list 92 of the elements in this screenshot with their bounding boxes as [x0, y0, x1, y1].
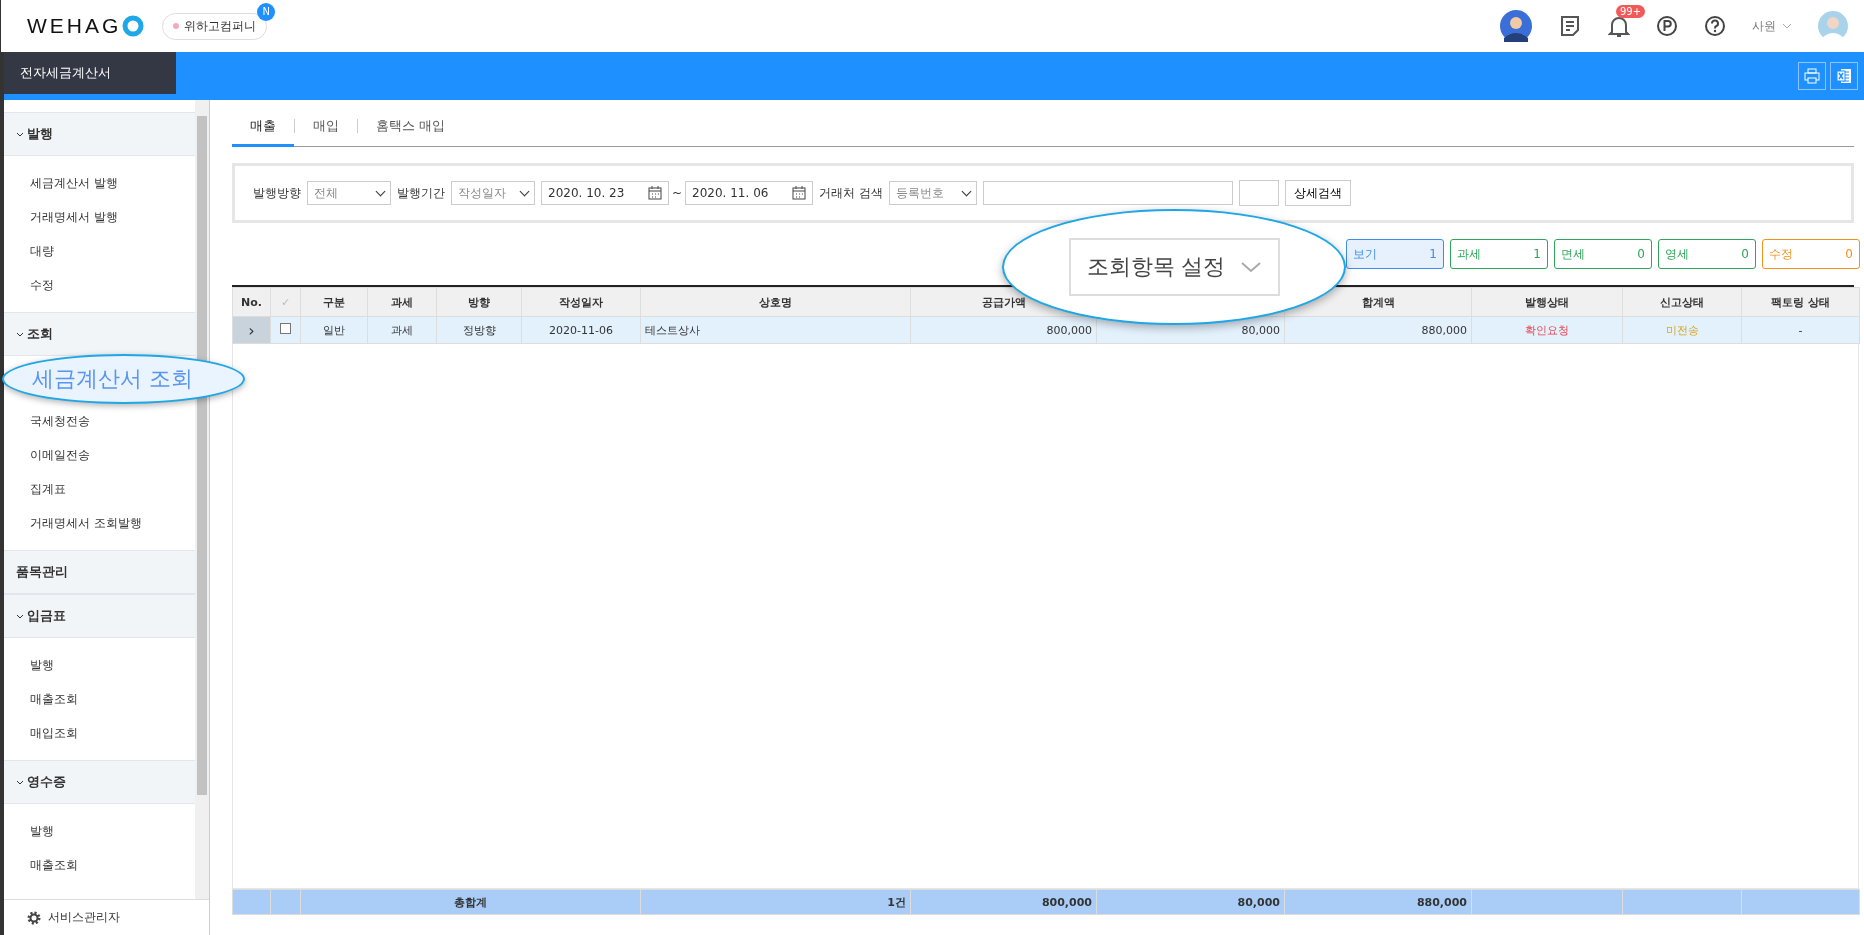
table-cell: 정방향: [436, 316, 522, 344]
chevron-down-icon: [1239, 261, 1262, 273]
notification-badge: 99+: [1616, 5, 1646, 18]
group-label: 입금표: [27, 607, 66, 625]
total-cell: 80,000: [1096, 889, 1285, 915]
column-header: ✓: [270, 287, 301, 317]
sidebar-item[interactable]: 발행: [4, 648, 195, 682]
excel-button[interactable]: [1830, 62, 1858, 90]
sidebar-item[interactable]: 매출조회: [4, 682, 195, 716]
chevron-down-icon: [16, 331, 24, 337]
column-header: 팩토링 상태: [1741, 287, 1860, 317]
total-label: 총합계: [300, 889, 641, 915]
sidebar-item[interactable]: 이메일전송: [4, 438, 195, 472]
sidebar-item[interactable]: 거래명세서 조회발행: [4, 506, 195, 540]
tab[interactable]: 매입: [295, 107, 357, 147]
excel-icon: [1836, 67, 1852, 85]
direction-select[interactable]: 전체: [307, 181, 391, 205]
row-checkbox[interactable]: [280, 323, 291, 334]
field-label: 발행방향: [253, 184, 301, 202]
group-label: 발행: [27, 125, 53, 143]
caret-icon: [1782, 23, 1792, 29]
scrollbar[interactable]: [195, 100, 209, 899]
detail-search-button[interactable]: 상세검색: [1284, 180, 1351, 206]
column-header: 상호명: [640, 287, 911, 317]
chevron-down-icon: [16, 613, 24, 619]
table-cell: 일반: [300, 316, 368, 344]
print-icon: [1804, 68, 1820, 84]
date-field[interactable]: 2020. 11. 06: [685, 181, 814, 205]
group-label: 조회: [27, 325, 53, 343]
logo-ring-icon: [122, 15, 145, 37]
column-header: 방향: [436, 287, 522, 317]
avatar-icon[interactable]: [1500, 10, 1532, 42]
sidebar-item[interactable]: 발행: [4, 814, 195, 848]
table-cell: 880,000: [1284, 316, 1472, 344]
service-admin-link[interactable]: 서비스관리자: [48, 909, 120, 926]
total-cell: 880,000: [1284, 889, 1472, 915]
sidebar-item[interactable]: 매출조회: [4, 848, 195, 882]
tab[interactable]: 매출: [232, 107, 294, 147]
sidebar-item[interactable]: 거래명세서 발행: [4, 200, 195, 234]
help-icon[interactable]: [1704, 15, 1726, 37]
status-cell: 확인요청: [1471, 316, 1623, 344]
column-header: 구분: [300, 287, 368, 317]
logo-text: WEHAG: [27, 14, 122, 38]
field-label: 발행기간: [397, 184, 445, 202]
bell-icon[interactable]: [1608, 14, 1630, 38]
sidebar-item[interactable]: 국세청전송: [4, 404, 195, 438]
table-cell: 테스트상사: [640, 316, 911, 344]
sidebar-group[interactable]: 영수증: [4, 760, 195, 804]
expand-button[interactable]: ›: [232, 316, 271, 344]
total-cell: 800,000: [910, 889, 1097, 915]
column-header: 작성일자: [521, 287, 641, 317]
chevron-down-icon: [16, 779, 24, 785]
range-separator: ~: [672, 186, 683, 200]
point-icon[interactable]: [1656, 15, 1678, 37]
column-header: 과세: [367, 287, 437, 317]
table-cell: 800,000: [910, 316, 1097, 344]
group-label: 영수증: [27, 773, 66, 791]
sidebar-item[interactable]: 매입조회: [4, 716, 195, 750]
sidebar-group[interactable]: 입금표: [4, 594, 195, 638]
status-cell: 미전송: [1622, 316, 1742, 344]
field-label: 거래처 검색: [819, 184, 883, 202]
table-cell: 과세: [367, 316, 437, 344]
column-header: No.: [232, 287, 271, 317]
sidebar-group[interactable]: 조회: [4, 312, 195, 356]
print-button[interactable]: [1798, 62, 1826, 90]
sidebar-item[interactable]: 대량: [4, 234, 195, 268]
new-badge: N: [257, 2, 276, 21]
partner-type-select[interactable]: 등록번호: [888, 181, 977, 205]
group-label: 품목관리: [16, 563, 68, 581]
app-title: 전자세금계산서: [4, 52, 176, 94]
table-cell: -: [1741, 316, 1860, 344]
search-field[interactable]: [982, 181, 1233, 205]
chevron-down-icon: [16, 131, 24, 137]
sidebar-item[interactable]: 수정: [4, 268, 195, 302]
user-role-menu[interactable]: 사원: [1752, 17, 1776, 35]
calendar-icon[interactable]: [648, 186, 662, 200]
date-field[interactable]: 2020. 10. 23: [541, 181, 669, 205]
sidebar-group[interactable]: 발행: [4, 112, 195, 156]
sidebar-group[interactable]: 품목관리: [4, 550, 195, 594]
calendar-icon[interactable]: [792, 186, 807, 200]
column-header: 신고상태: [1622, 287, 1742, 317]
column-settings-button[interactable]: 조회항목 설정: [1068, 238, 1280, 296]
column-settings-label: 조회항목 설정: [1086, 253, 1226, 281]
tab[interactable]: 홈택스 매입: [358, 107, 464, 147]
table-cell: 2020-11-06: [521, 316, 641, 344]
memo-icon[interactable]: [1558, 14, 1582, 38]
sidebar-item[interactable]: 집계표: [4, 472, 195, 506]
column-header: 발행상태: [1471, 287, 1623, 317]
period-select[interactable]: 작성일자: [451, 181, 535, 205]
sidebar-item[interactable]: 세금계산서 발행: [4, 166, 195, 200]
total-cell: 1건: [640, 889, 911, 915]
settings-icon: [26, 909, 42, 926]
